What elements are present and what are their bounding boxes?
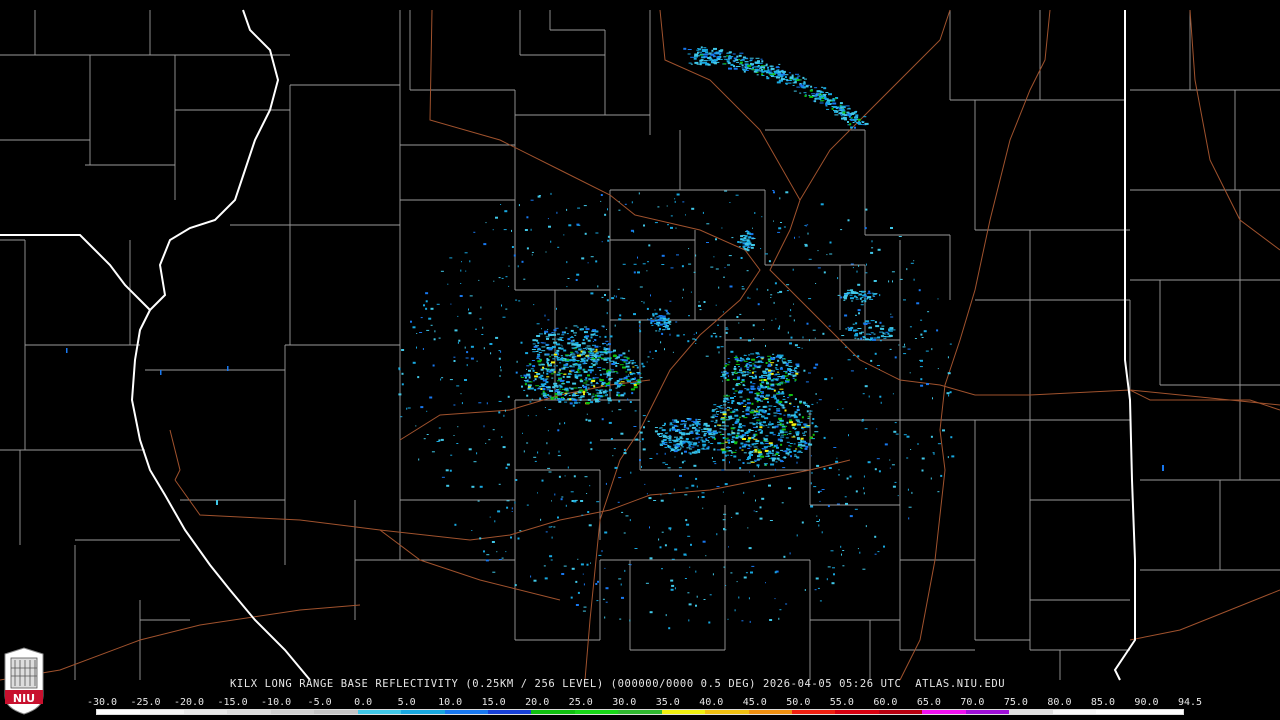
colorbar-segment bbox=[401, 710, 445, 714]
scale-label: 50.0 bbox=[786, 697, 811, 708]
colorbar-segment bbox=[835, 710, 879, 714]
colorbar-segment bbox=[965, 710, 1010, 714]
scale-label: 40.0 bbox=[699, 697, 724, 708]
scale-label: 80.0 bbox=[1047, 697, 1072, 708]
scale-label: -10.0 bbox=[261, 697, 292, 708]
dbz-colorbar bbox=[96, 709, 1184, 715]
colorbar-segment bbox=[748, 710, 792, 714]
colorbar-segment bbox=[1052, 710, 1097, 714]
colorbar-segment bbox=[878, 710, 923, 714]
colorbar-segment bbox=[618, 710, 662, 714]
scale-label: 55.0 bbox=[829, 697, 854, 708]
colorbar-segment bbox=[487, 710, 532, 714]
scale-label: 10.0 bbox=[438, 697, 463, 708]
colorbar-segment bbox=[314, 710, 358, 714]
scale-label: 70.0 bbox=[960, 697, 985, 708]
colorbar-segment bbox=[444, 710, 488, 714]
colorbar-segment bbox=[227, 710, 271, 714]
colorbar-segment bbox=[574, 710, 619, 714]
colorbar-segment bbox=[183, 710, 228, 714]
scale-label: -30.0 bbox=[86, 697, 118, 708]
product-caption: KILX LONG RANGE BASE REFLECTIVITY (0.25K… bbox=[230, 678, 1006, 690]
scale-label: 85.0 bbox=[1090, 697, 1115, 708]
colorbar-segment bbox=[1009, 710, 1053, 714]
colorbar-segment bbox=[1139, 710, 1183, 714]
scale-label: -20.0 bbox=[173, 697, 205, 708]
scale-label: 25.0 bbox=[568, 697, 593, 708]
scale-label: 35.0 bbox=[655, 697, 680, 708]
scale-label: -15.0 bbox=[217, 697, 248, 708]
colorbar-segment bbox=[531, 710, 575, 714]
scale-label: 45.0 bbox=[742, 697, 767, 708]
colorbar-segment bbox=[1096, 710, 1140, 714]
radar-map bbox=[0, 0, 1280, 720]
scale-label: 15.0 bbox=[481, 697, 506, 708]
scale-label: 65.0 bbox=[916, 697, 941, 708]
colorbar-segment bbox=[922, 710, 966, 714]
colorbar-segment bbox=[140, 710, 184, 714]
colorbar-segment bbox=[792, 710, 836, 714]
scale-label: -5.0 bbox=[307, 697, 332, 708]
scale-label: 94.5 bbox=[1177, 697, 1203, 708]
scale-label: 5.0 bbox=[397, 697, 416, 708]
scale-label: 0.0 bbox=[354, 697, 373, 708]
colorbar-segment bbox=[97, 710, 141, 714]
colorbar-segment bbox=[270, 710, 315, 714]
scale-label: -25.0 bbox=[130, 697, 161, 708]
scale-label: 30.0 bbox=[612, 697, 637, 708]
dbz-scale-labels: -30.0 -25.0 -20.0 -15.0 -10.0 -5.0 0.0 5.0 10.0 1… bbox=[87, 697, 1202, 709]
logo-text: NIU bbox=[12, 692, 36, 705]
scale-label: 75.0 bbox=[1003, 697, 1028, 708]
scale-label: 90.0 bbox=[1134, 697, 1159, 708]
niu-logo: NIU bbox=[3, 646, 45, 716]
scale-label: 60.0 bbox=[873, 697, 898, 708]
scale-label: 20.0 bbox=[525, 697, 550, 708]
colorbar-segment bbox=[661, 710, 706, 714]
colorbar-segment bbox=[705, 710, 749, 714]
colorbar-segment bbox=[357, 710, 402, 714]
